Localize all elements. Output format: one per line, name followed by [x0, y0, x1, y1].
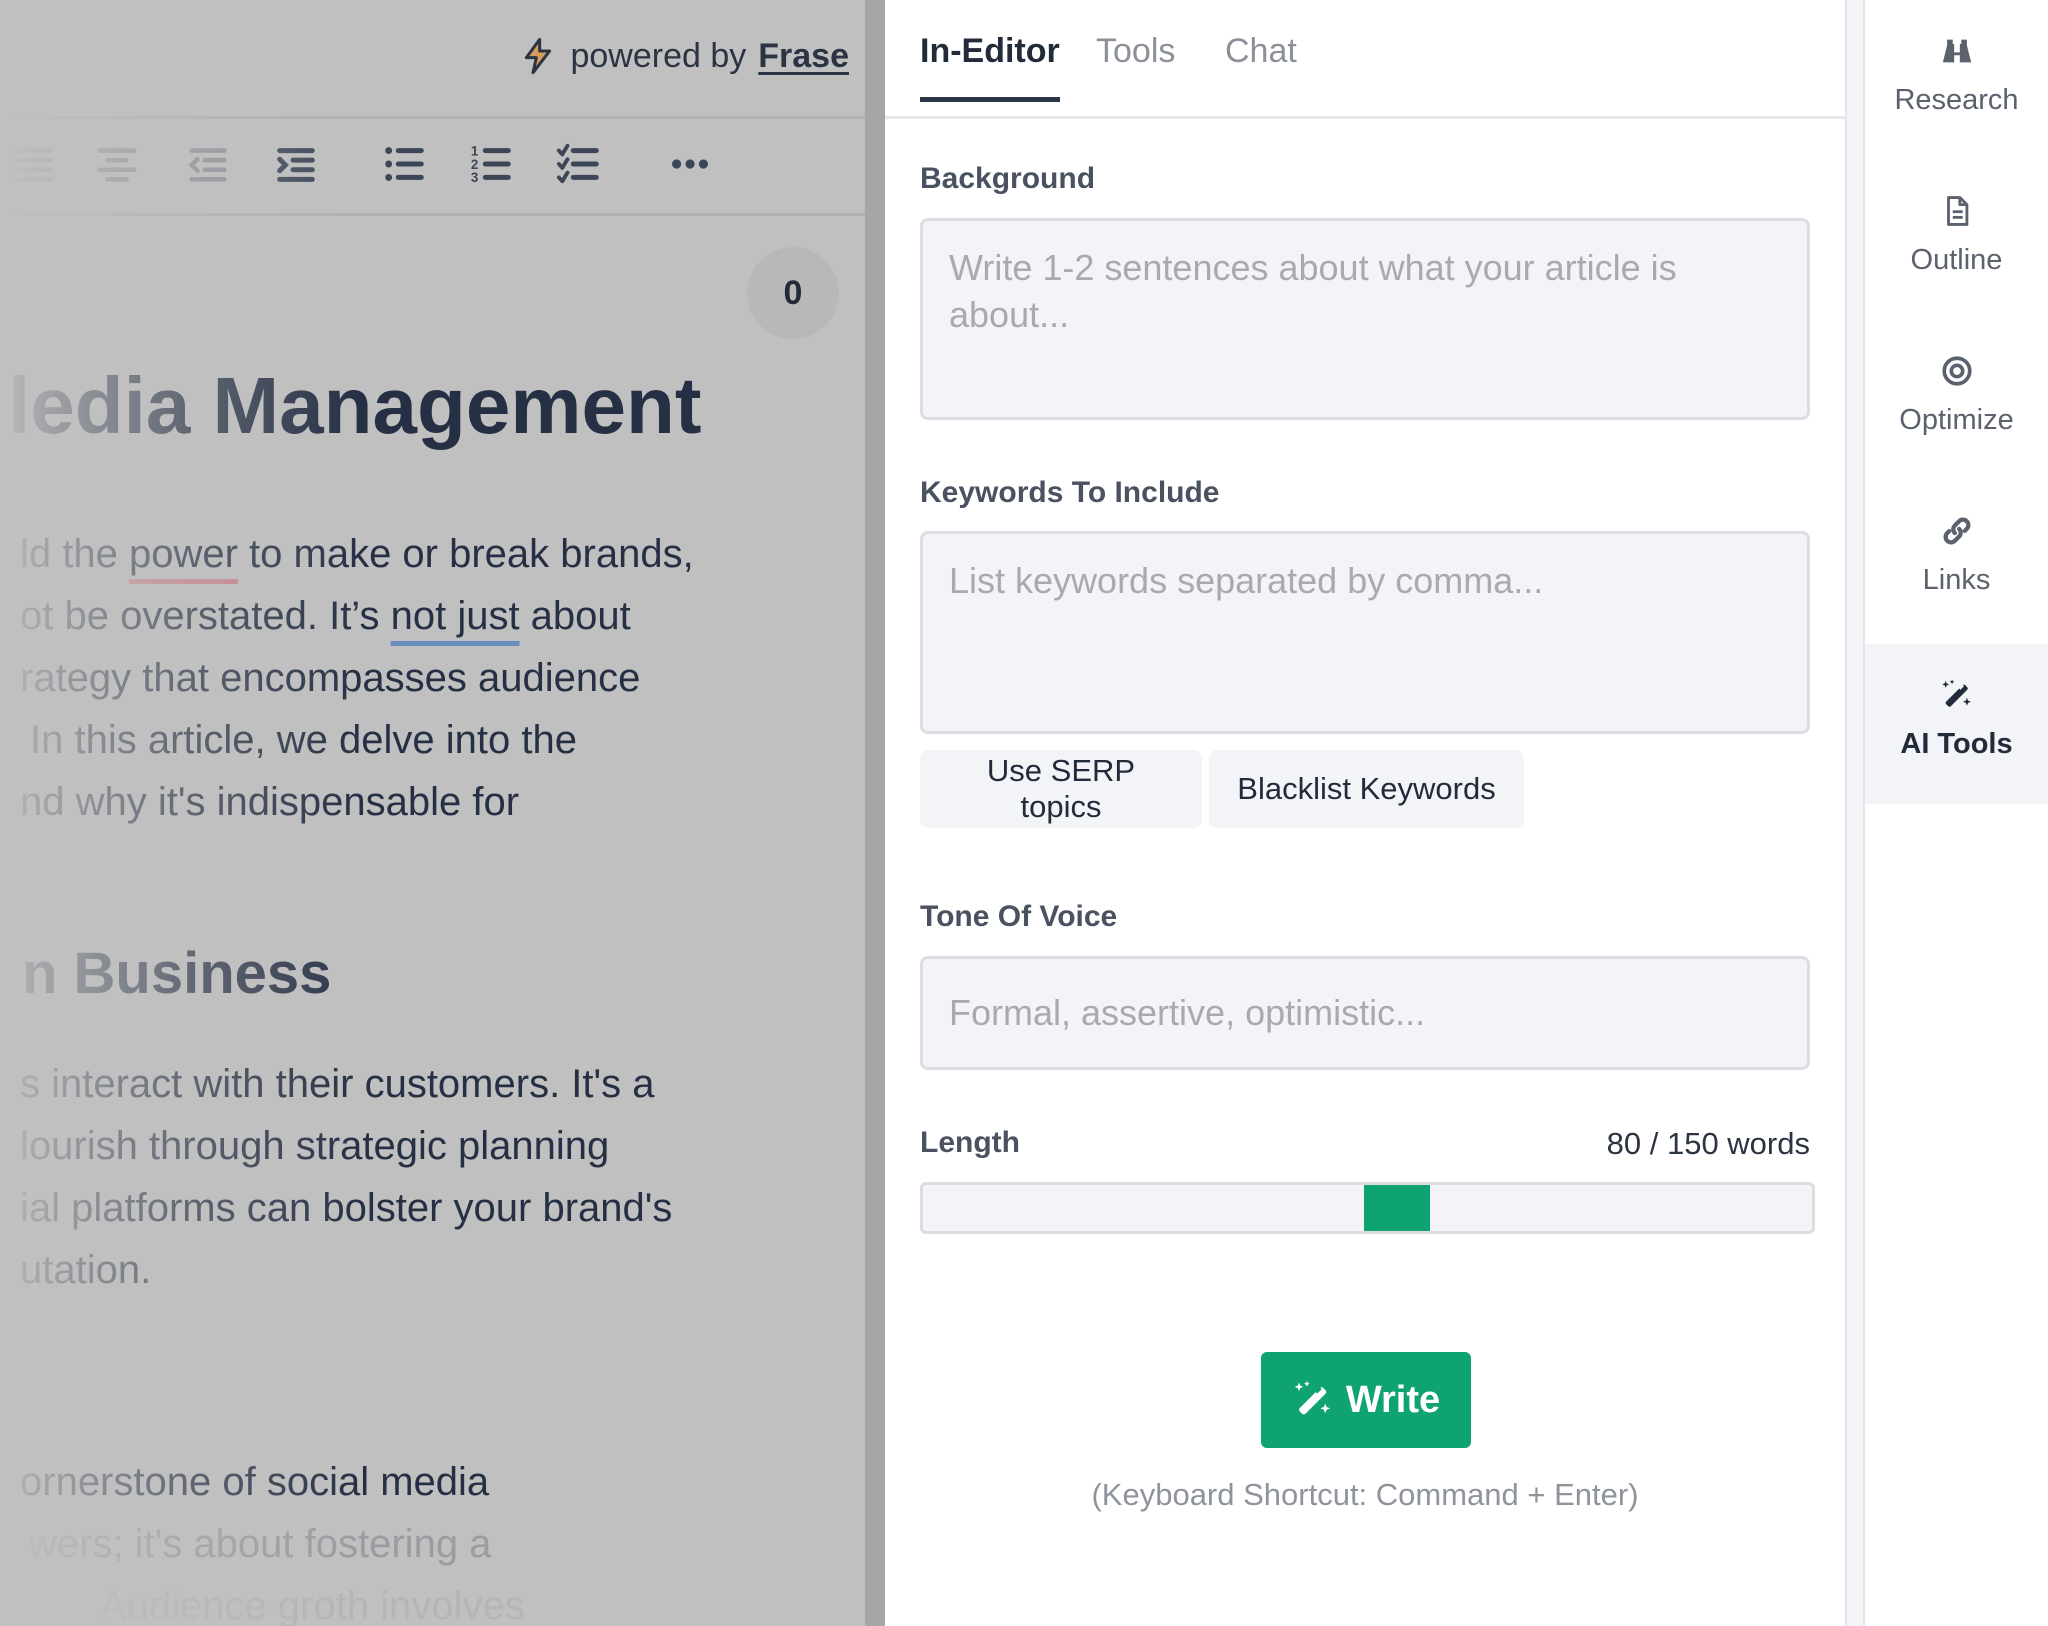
nav-links-label: Links: [1922, 564, 1991, 596]
powered-by-text: powered by: [570, 36, 747, 75]
numbered-list-button[interactable]: 123: [467, 140, 515, 188]
numbered-list-icon: 123: [471, 143, 511, 185]
keywords-input[interactable]: [920, 531, 1810, 734]
align-center-icon: [97, 148, 137, 182]
paragraph-line[interactable]: lourish through strategic planning: [20, 1124, 609, 1169]
paragraph-line[interactable]: ot be overstated. It’s not just about: [20, 594, 631, 639]
binoculars-icon: [1942, 39, 1971, 63]
paragraph-line[interactable]: nd why it's indispensable for: [20, 780, 519, 825]
panel-tabs: In-Editor Tools Chat: [885, 0, 1845, 119]
length-label: Length: [920, 1126, 1020, 1159]
nav-optimize-label: Optimize: [1899, 404, 2014, 436]
link-icon: [1943, 517, 1970, 545]
target-icon: [1941, 356, 1972, 386]
tone-of-voice-label: Tone Of Voice: [920, 900, 1118, 933]
nav-links[interactable]: Links: [1865, 480, 2048, 640]
lightning-icon: [525, 37, 552, 75]
indent-icon: [277, 148, 315, 182]
svg-text:3: 3: [471, 170, 478, 185]
write-button-label: Write: [1345, 1378, 1441, 1421]
document-icon: [1946, 196, 1968, 226]
paragraph-line[interactable]: rategy that encompasses audience: [20, 656, 640, 701]
panel-divider: [1845, 0, 1865, 1626]
check-list-button[interactable]: [555, 140, 603, 188]
nav-research[interactable]: Research: [1865, 0, 2048, 160]
blacklist-keywords-button[interactable]: Blacklist Keywords: [1209, 750, 1524, 828]
more-options-button[interactable]: [666, 140, 714, 188]
paragraph-line[interactable]: In this article, we delve into the: [30, 718, 577, 763]
nav-research-label: Research: [1894, 84, 2019, 116]
bullet-list-icon: [385, 147, 424, 181]
length-value: 80 / 150 words: [1606, 1126, 1810, 1161]
paragraph-line[interactable]: ial platforms can bolster your brand's: [20, 1186, 672, 1231]
background-label: Background: [920, 162, 1096, 195]
nav-outline[interactable]: Outline: [1865, 160, 2048, 320]
tab-in-editor[interactable]: In-Editor: [920, 32, 1060, 102]
editor-pane: powered by Frase 123 0 ledia Management …: [0, 0, 865, 1626]
indent-button[interactable]: [271, 140, 319, 188]
keyboard-shortcut-hint: (Keyboard Shortcut: Command + Enter): [1091, 1477, 1639, 1512]
length-slider[interactable]: [920, 1182, 1815, 1234]
document-title[interactable]: ledia Management: [8, 360, 702, 452]
section-heading[interactable]: n Business: [22, 940, 331, 1007]
nav-optimize[interactable]: Optimize: [1865, 320, 2048, 480]
check-list-icon: [556, 143, 599, 184]
background-input[interactable]: [920, 218, 1810, 420]
frase-link[interactable]: Frase: [758, 37, 849, 76]
powered-by-badge: powered by Frase: [518, 36, 849, 76]
ai-tools-panel: In-Editor Tools Chat Background Keywords…: [885, 0, 1845, 1626]
length-slider-thumb[interactable]: [1364, 1185, 1431, 1231]
right-sidebar-nav: Research Outline Optimize Links AI Tools: [1865, 0, 2048, 1626]
outdent-button[interactable]: [183, 140, 231, 188]
use-serp-topics-button[interactable]: Use SERP topics: [920, 750, 1202, 828]
paragraph-line[interactable]: Audience groth involves: [100, 1584, 525, 1626]
paragraph-line[interactable]: utation.: [20, 1248, 151, 1293]
outdent-icon: [188, 148, 227, 182]
align-justify-button[interactable]: [10, 140, 58, 188]
paragraph-line[interactable]: s interact with their customers. It's a: [20, 1062, 655, 1107]
style-suggestion-underline[interactable]: not just: [391, 594, 520, 638]
tab-tools[interactable]: Tools: [1096, 32, 1175, 99]
write-button[interactable]: Write: [1261, 1352, 1471, 1448]
toolbar-divider-bottom: [0, 213, 865, 216]
panel-resize-handle[interactable]: [865, 0, 885, 1626]
nav-ai-tools-label: AI Tools: [1900, 728, 2013, 760]
bullet-list-button[interactable]: [380, 140, 428, 188]
paragraph-line[interactable]: ornerstone of social media: [20, 1460, 489, 1505]
magic-wand-icon: [1941, 679, 1971, 707]
magic-wand-icon: [1294, 1380, 1330, 1415]
paragraph-line[interactable]: ld the power to make or break brands,: [20, 532, 694, 577]
tone-of-voice-input[interactable]: [920, 956, 1810, 1070]
toolbar-divider-top: [0, 116, 865, 119]
align-justify-icon: [14, 148, 54, 182]
keywords-label: Keywords To Include: [920, 476, 1220, 509]
more-horizontal-icon: [671, 159, 709, 169]
align-center-button[interactable]: [93, 140, 141, 188]
grammar-suggestion-underline[interactable]: power: [129, 532, 238, 576]
tab-chat[interactable]: Chat: [1225, 32, 1297, 99]
score-badge[interactable]: 0: [747, 247, 839, 339]
nav-ai-tools[interactable]: AI Tools: [1865, 644, 2048, 804]
nav-outline-label: Outline: [1910, 244, 2003, 276]
paragraph-line[interactable]: wers; it's about fostering a: [28, 1522, 491, 1567]
